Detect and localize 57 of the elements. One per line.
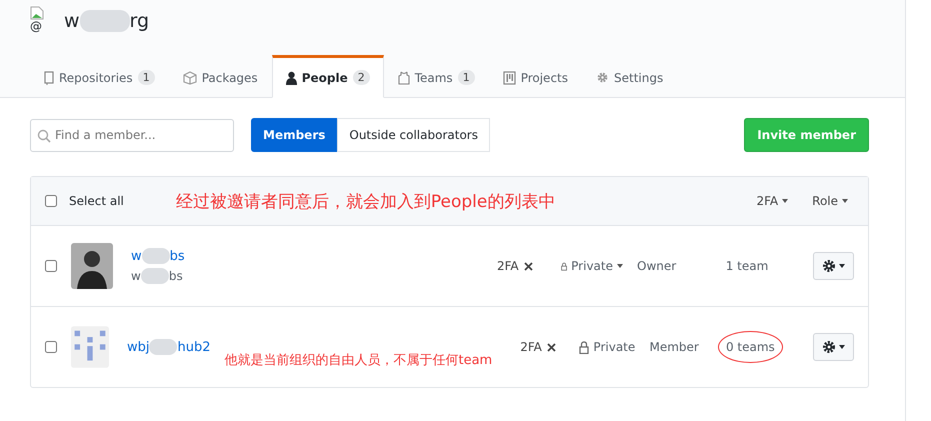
broken-image: @ (30, 6, 46, 36)
checkbox[interactable] (45, 195, 57, 207)
member-name-link[interactable]: hub2 (177, 340, 210, 354)
avatar (71, 243, 113, 289)
twofa-dropdown[interactable]: 2FA (750, 194, 794, 208)
settings-button[interactable] (813, 252, 854, 280)
tab[interactable]: Projects (488, 55, 582, 98)
visibility-dropdown[interactable]: Private (561, 259, 623, 273)
count-badge: 1 (458, 70, 475, 85)
filter-button[interactable]: Outside collaborators (337, 118, 490, 152)
org-name: rg (130, 10, 150, 32)
teams-label: 0 teams (718, 331, 783, 363)
settings-icon (822, 259, 836, 273)
blur-patch (140, 268, 169, 284)
visibility-label: Private (579, 340, 636, 354)
filter-button[interactable]: Members (251, 118, 338, 152)
annotation-text: 经过被邀请者同意后，就会加入到People的列表中 (176, 190, 556, 212)
avatar (71, 324, 109, 370)
tab[interactable]: Settings (582, 55, 678, 98)
lock-icon (579, 340, 590, 354)
close-icon (524, 262, 533, 270)
search-field[interactable]: Find a member... (30, 118, 234, 152)
tab[interactable]: Repositories 1 (30, 55, 169, 98)
settings-icon (596, 71, 609, 84)
box-icon (182, 70, 197, 84)
blur-patch (80, 10, 130, 32)
close-icon (546, 342, 556, 352)
annotation-text: 他就是当前组织的自由人员，不属于任何team (224, 352, 492, 369)
checkbox[interactable] (45, 341, 57, 353)
board-icon (502, 70, 516, 84)
member-login: bs (168, 269, 183, 283)
role-label: Owner (637, 259, 678, 273)
member-name-link[interactable]: wbj (126, 340, 150, 354)
count-badge: 2 (352, 70, 370, 85)
tab[interactable]: Packages (168, 55, 272, 98)
count-badge: 1 (138, 70, 155, 85)
blur-patch (149, 339, 178, 355)
member-name-link[interactable]: w (131, 248, 142, 264)
member-login: w (131, 269, 141, 283)
settings-icon (822, 340, 836, 354)
settings-button[interactable] (813, 333, 854, 361)
checkbox[interactable] (45, 260, 57, 272)
twofa-label: 2FA (520, 340, 542, 354)
book-icon (44, 70, 54, 84)
twofa-label: 2FA (497, 259, 519, 273)
select-all-label: Select all (69, 194, 124, 208)
search-icon (37, 128, 51, 142)
member-name-link[interactable]: bs (170, 248, 185, 264)
role-dropdown[interactable]: Role (806, 194, 854, 208)
org-name: w (64, 10, 80, 32)
role-label: Member (649, 340, 700, 354)
person-icon (286, 70, 297, 84)
tab[interactable]: People 2 (272, 55, 384, 98)
jersey-icon (398, 70, 410, 84)
blur-patch (142, 248, 170, 264)
tab[interactable]: Teams 1 (384, 55, 489, 98)
teams-label: 1 team (724, 258, 770, 275)
